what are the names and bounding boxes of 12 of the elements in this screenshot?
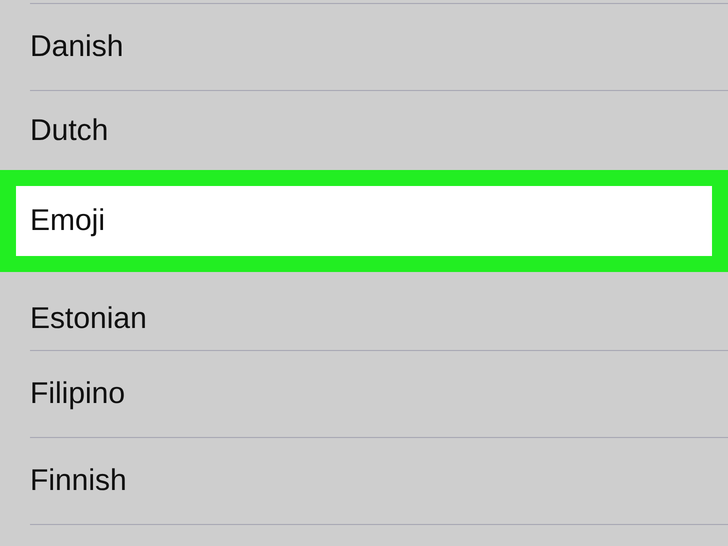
language-row[interactable]: Emoji: [0, 170, 728, 272]
language-row[interactable]: Estonian: [30, 272, 728, 351]
language-row[interactable]: Dutch: [30, 91, 728, 170]
language-row[interactable]: Filipino: [30, 351, 728, 438]
language-label: Estonian: [30, 302, 147, 336]
language-label: Emoji: [30, 204, 106, 238]
language-row[interactable]: Danish: [30, 4, 728, 91]
language-label: Danish: [30, 30, 124, 64]
language-row[interactable]: Finnish: [30, 438, 728, 525]
language-label: Finnish: [30, 464, 127, 498]
language-label: Dutch: [30, 114, 108, 148]
language-label: Filipino: [30, 377, 126, 411]
